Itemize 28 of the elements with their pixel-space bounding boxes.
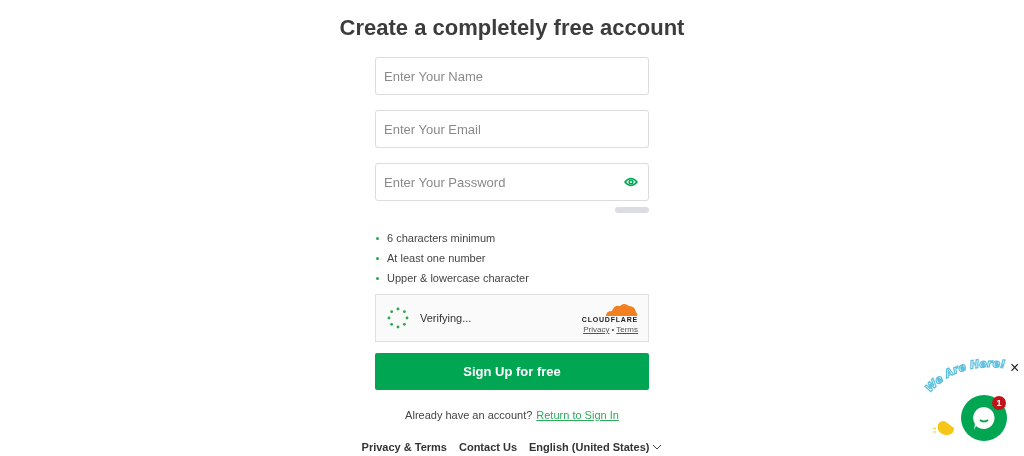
captcha-status: Verifying... bbox=[420, 312, 473, 324]
separator-dot: • bbox=[611, 325, 615, 334]
banner-text: We Are Here! bbox=[920, 358, 1008, 396]
bullet-icon bbox=[376, 276, 379, 280]
captcha-link[interactable]: Terms bbox=[616, 325, 638, 334]
footer-link[interactable]: Privacy & Terms bbox=[361, 441, 447, 453]
spinner-icon bbox=[386, 306, 410, 330]
chat-button[interactable] bbox=[961, 395, 1007, 441]
requirement-text: Upper & lowercase character bbox=[387, 272, 529, 284]
chat-bubble-icon bbox=[971, 405, 997, 431]
bullet-icon bbox=[376, 256, 379, 260]
signin-prompt: Already have an account? bbox=[405, 409, 533, 421]
input-field[interactable]: Enter Your Password bbox=[375, 163, 649, 201]
input-field[interactable]: Enter Your Name bbox=[375, 57, 649, 95]
waving-hand-icon bbox=[932, 418, 956, 436]
close-button[interactable]: × bbox=[1010, 359, 1020, 377]
captcha-link[interactable]: Privacy bbox=[583, 325, 610, 334]
requirement-text: At least one number bbox=[387, 252, 486, 264]
input-field[interactable]: Enter Your Email bbox=[375, 110, 649, 148]
footer-link[interactable]: Contact Us bbox=[458, 441, 518, 453]
eye-icon[interactable] bbox=[624, 177, 638, 187]
requirement-text: 6 characters minimum bbox=[387, 232, 496, 244]
bullet-icon bbox=[376, 236, 379, 240]
language-selector[interactable]: English (United States) bbox=[529, 441, 663, 453]
chevron-icon bbox=[652, 444, 663, 450]
page-title: Create a completely free account bbox=[339, 15, 685, 41]
notification-badge: 1 bbox=[992, 396, 1006, 410]
cloud-icon bbox=[604, 302, 638, 316]
